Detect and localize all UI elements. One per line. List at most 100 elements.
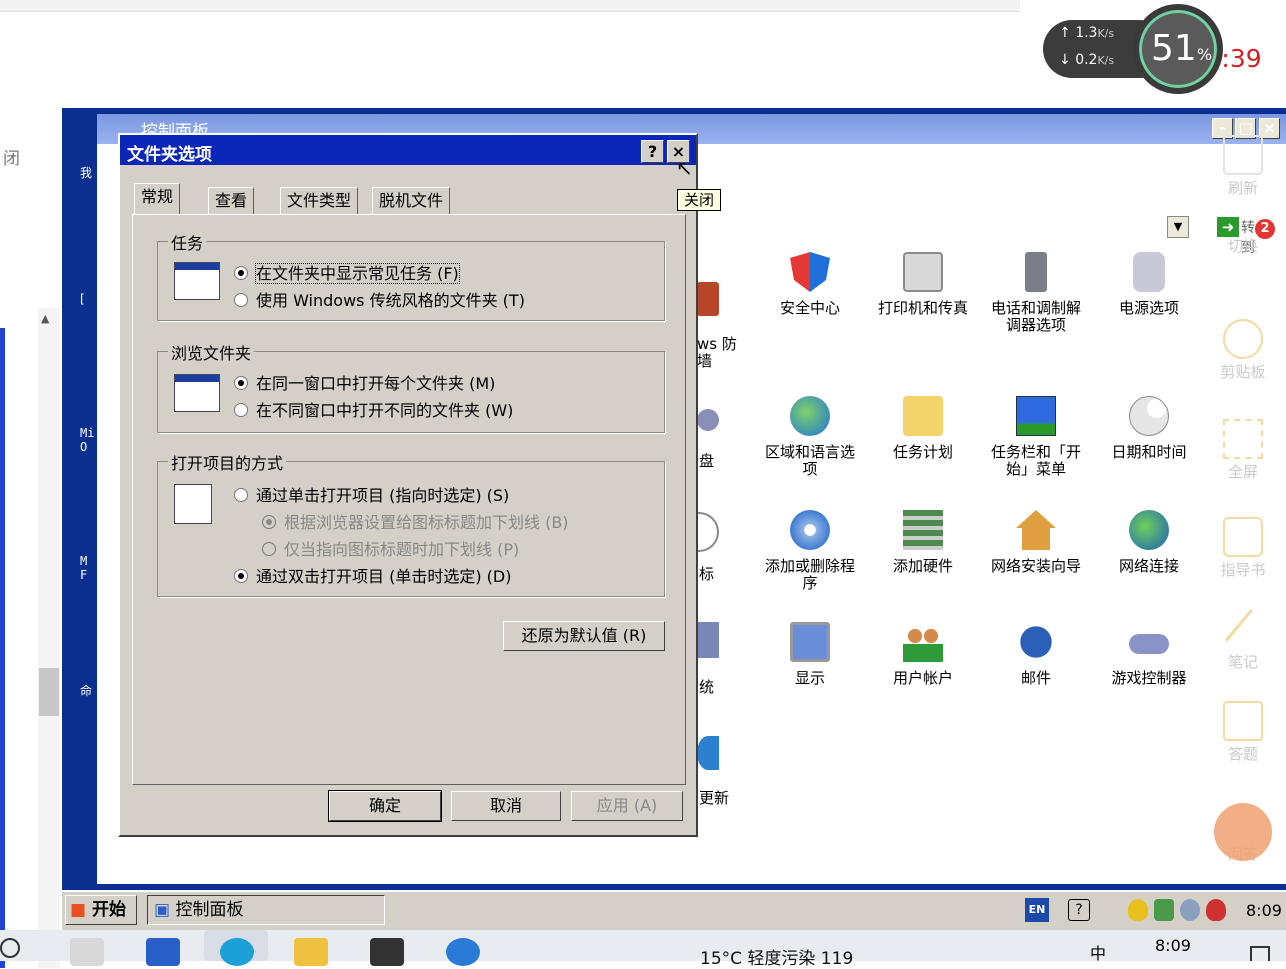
tool-label: 答题: [1227, 745, 1258, 763]
ok-button[interactable]: 确定: [328, 790, 442, 822]
cp-item-add-hardware[interactable]: 添加硬件: [871, 510, 975, 575]
cp-item-security-center[interactable]: 安全中心: [758, 252, 862, 317]
address-strip: [0, 0, 1020, 12]
radio-selected[interactable]: [234, 266, 248, 280]
open-items-group-label: 打开项目的方式: [168, 450, 287, 474]
network-tray-icon[interactable]: [1154, 899, 1174, 921]
notification-icon[interactable]: [1250, 946, 1270, 961]
cancel-button[interactable]: 取消: [451, 791, 561, 821]
classic-folders-option[interactable]: 使用 Windows 传统风格的文件夹 (T): [234, 287, 525, 311]
single-click-option[interactable]: 通过单击打开项目 (指向时选定) (S): [234, 482, 509, 506]
radio-unselected[interactable]: [234, 403, 248, 417]
help-button[interactable]: ?: [641, 140, 664, 163]
option-label: 在同一窗口中打开每个文件夹 (M): [256, 374, 496, 393]
taskbar-control-panel[interactable]: ▣ 控制面板: [147, 895, 385, 925]
cp-item-date-time[interactable]: 日期和时间: [1097, 396, 1201, 461]
cp-item-mouse-partial[interactable]: 标: [699, 563, 714, 584]
click-cursor-icon: [174, 484, 212, 524]
radio-unselected[interactable]: [234, 488, 248, 502]
radio-selected[interactable]: [234, 376, 248, 390]
mouse-icon: [695, 512, 719, 552]
tab-offline-files[interactable]: 脱机文件: [372, 187, 451, 214]
radio-disabled-selected[interactable]: [262, 515, 276, 529]
same-window-option[interactable]: 在同一窗口中打开每个文件夹 (M): [234, 370, 495, 394]
folder-options-dialog: 文件夹选项 ? × 常规 查看 文件类型 脱机文件 任务 在文件夹中显示常见任务…: [118, 133, 698, 837]
double-click-option[interactable]: 通过双击打开项目 (单击时选定) (D): [234, 563, 511, 587]
radio-unselected[interactable]: [234, 293, 248, 307]
gauge-unit: %: [1196, 45, 1213, 64]
separate-window-option[interactable]: 在不同窗口中打开不同的文件夹 (W): [234, 397, 513, 421]
tray-help-icon[interactable]: ?: [1068, 899, 1090, 921]
security-shield-icon[interactable]: [1128, 899, 1148, 921]
scroll-thumb[interactable]: [39, 668, 59, 716]
network-globe-icon: [1129, 510, 1169, 550]
cp-item-display[interactable]: 显示: [758, 622, 862, 687]
antivirus-shield-icon[interactable]: [1206, 899, 1226, 921]
cp-item-update-partial[interactable]: 更新: [699, 787, 729, 808]
weather-widget[interactable]: 15°C 轻度污染 119: [700, 944, 853, 969]
cp-item-mail[interactable]: 邮件: [984, 622, 1088, 687]
taskbar-icon: [1016, 396, 1056, 436]
cp-item-phone-modem[interactable]: 电话和调制解调器选项: [984, 252, 1088, 334]
edge-icon[interactable]: [220, 938, 254, 966]
search-icon[interactable]: [0, 938, 20, 958]
cp-item-keyboard-partial[interactable]: 盘: [699, 450, 714, 471]
language-indicator[interactable]: EN: [1025, 898, 1049, 922]
cp-item-network-connections[interactable]: 网络连接: [1097, 510, 1201, 575]
tab-view[interactable]: 查看: [208, 187, 255, 214]
underline-point-option[interactable]: 仅当指向图标标题时加下划线 (P): [262, 536, 519, 560]
book-icon: [1223, 517, 1263, 557]
cp-item-network-setup-wizard[interactable]: 网络安装向导: [984, 510, 1088, 575]
apply-button[interactable]: 应用 (A): [571, 791, 683, 821]
start-button[interactable]: ■ 开始: [65, 895, 137, 925]
option-label: 在不同窗口中打开不同的文件夹 (W): [256, 401, 514, 420]
tool-answer[interactable]: 答题: [1212, 701, 1274, 764]
radio-disabled[interactable]: [262, 542, 276, 556]
gauge-value: 51: [1151, 28, 1197, 69]
pencil-icon: [1224, 609, 1262, 649]
tool-refresh[interactable]: 刷新: [1212, 135, 1274, 198]
task-label: 控制面板: [175, 900, 244, 920]
tab-general[interactable]: 常规: [134, 183, 181, 215]
show-common-tasks-option[interactable]: 在文件夹中显示常见任务 (F): [234, 260, 460, 284]
mail-app-icon[interactable]: [146, 938, 180, 966]
cp-item-power[interactable]: 电源选项: [1097, 252, 1201, 317]
side-label-2: [: [80, 292, 85, 306]
cp-item-label: 打印机和传真: [877, 299, 968, 317]
underline-browser-option[interactable]: 根据浏览器设置给图标标题加下划线 (B): [262, 509, 569, 533]
system-clock[interactable]: 8:09: [1155, 936, 1191, 955]
restore-defaults-button[interactable]: 还原为默认值 (R): [503, 621, 665, 651]
tool-switch[interactable]: 切换: [1212, 235, 1274, 256]
cp-item-add-remove-programs[interactable]: 添加或删除程序: [758, 510, 862, 592]
tool-clipboard[interactable]: 剪贴板: [1212, 319, 1274, 382]
dialog-tabs: 常规 查看 文件类型 脱机文件: [130, 183, 690, 215]
memory-gauge[interactable]: 51%: [1133, 4, 1223, 94]
task-view-icon[interactable]: [70, 938, 104, 966]
tool-guide[interactable]: 指导书: [1212, 517, 1274, 580]
scrollbar[interactable]: ▲ ▼: [38, 308, 60, 968]
dialog-titlebar[interactable]: 文件夹选项 ? ×: [120, 135, 696, 165]
tool-qa[interactable]: 问答: [1212, 803, 1274, 864]
ime-indicator[interactable]: 中: [1090, 940, 1106, 964]
close-text-fragment[interactable]: 闭: [3, 144, 20, 169]
tray-app-icon[interactable]: [1180, 899, 1200, 921]
tab-file-types[interactable]: 文件类型: [280, 187, 359, 214]
radio-selected[interactable]: [234, 569, 248, 583]
store-icon[interactable]: [370, 938, 404, 966]
cp-item-region-language[interactable]: 区域和语言选项: [758, 396, 862, 478]
scroll-up-arrow-icon[interactable]: ▲: [41, 312, 49, 325]
cp-item-scheduled-tasks[interactable]: 任务计划: [871, 396, 975, 461]
cp-item-system-partial[interactable]: 统: [699, 676, 714, 697]
address-dropdown-icon[interactable]: ▼: [1167, 216, 1189, 238]
tool-notes[interactable]: 笔记: [1212, 609, 1274, 672]
cp-item-user-accounts[interactable]: 用户帐户: [871, 622, 975, 687]
remote-desktop-icon[interactable]: [446, 938, 480, 966]
cp-item-firewall-partial[interactable]: ws 防 墙: [697, 336, 737, 370]
tool-fullscreen[interactable]: 全屏: [1212, 419, 1274, 482]
cp-item-printers[interactable]: 打印机和传真: [871, 252, 975, 317]
file-explorer-icon[interactable]: [294, 938, 328, 966]
cp-item-label: 添加硬件: [892, 557, 953, 575]
cp-item-game-controllers[interactable]: 游戏控制器: [1097, 622, 1201, 687]
cp-item-label: 区域和语言选项: [764, 443, 855, 478]
cp-item-taskbar-start[interactable]: 任务栏和「开始」菜单: [984, 396, 1088, 478]
